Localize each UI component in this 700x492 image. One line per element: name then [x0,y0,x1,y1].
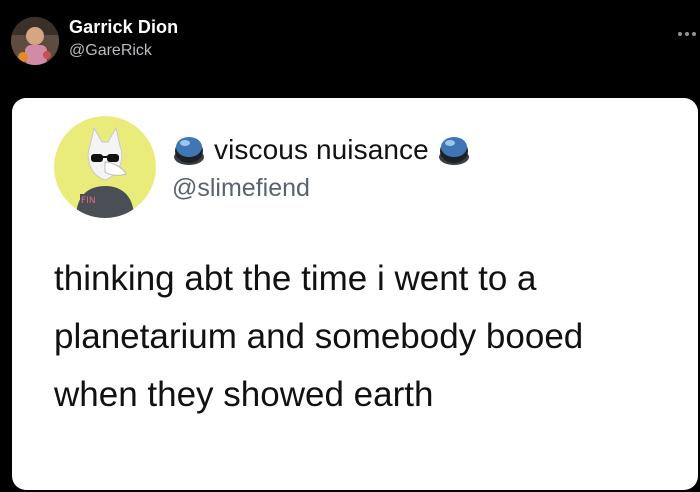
tweet-text-line: planetarium and somebody booed [54,317,584,356]
more-dots-icon[interactable] [677,24,699,36]
outer-avatar[interactable] [11,17,59,65]
outer-tweet-header: Garrick Dion @GareRick [0,0,700,100]
svg-text:FIN: FIN [81,196,96,206]
tweet-text: thinking abt the time i went to a planet… [54,250,694,424]
quoted-tweet-card[interactable]: FIN viscous nuisance @slimefiend thinkin… [12,98,698,490]
quoted-display-name[interactable]: viscous nuisance [214,134,429,166]
tweet-text-line: when they showed earth [54,375,434,414]
quoted-handle[interactable]: @slimefiend [172,174,310,203]
round-button-icon [437,133,471,167]
tweet-text-line: thinking abt the time i went to a [54,259,537,298]
quoted-avatar[interactable]: FIN [54,116,156,218]
outer-handle[interactable]: @GareRick [69,42,152,60]
quoted-name-row: viscous nuisance [172,134,471,166]
round-button-icon [172,133,206,167]
outer-display-name[interactable]: Garrick Dion [69,17,178,38]
